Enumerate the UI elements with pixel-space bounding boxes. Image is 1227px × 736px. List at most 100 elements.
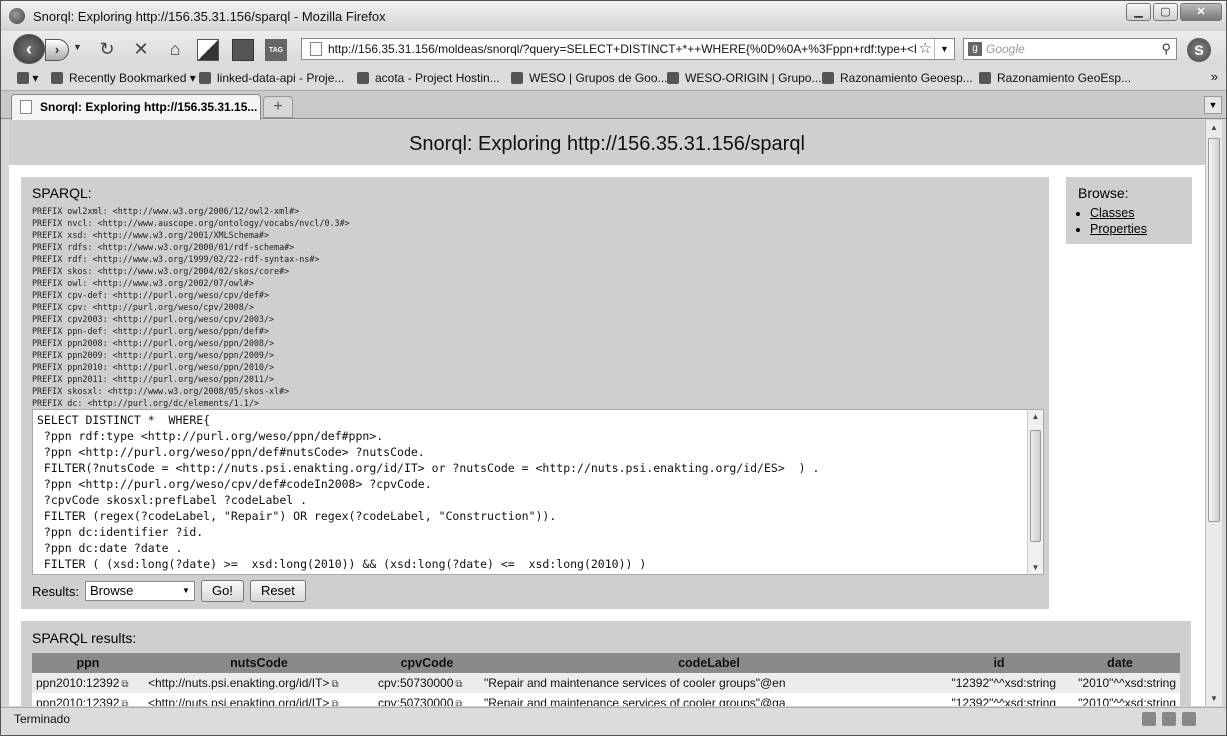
- nutscode-cell[interactable]: <http://nuts.psi.enakting.org/id/IT> ⧉: [144, 673, 374, 693]
- reset-button[interactable]: Reset: [249, 580, 306, 602]
- prefix-line: PREFIX rdfs: <http://www.w3.org/2000/01/…: [32, 242, 295, 252]
- prefix-line: PREFIX skos: <http://www.w3.org/2004/02/…: [32, 266, 290, 276]
- results-panel: SPARQL results: ppn nutsCode cpvCode cod…: [21, 621, 1191, 706]
- query-line: ?ppn <http://purl.org/weso/ppn/def#nutsC…: [37, 445, 425, 459]
- bookmark-item[interactable]: linked-data-api - Proje...: [199, 71, 344, 85]
- bookmark-page-icon[interactable]: [197, 39, 219, 61]
- scroll-up-icon[interactable]: ▲: [1206, 123, 1222, 132]
- search-icon[interactable]: ⚲: [1161, 39, 1171, 59]
- tab-snorql[interactable]: Snorql: Exploring http://156.35.31.15...: [11, 94, 261, 120]
- table-row: ppn2010:12392 ⧉ <http://nuts.psi.enakting…: [32, 693, 1180, 706]
- tag-icon[interactable]: TAG: [265, 39, 287, 61]
- prefix-line: PREFIX cpv: <http://purl.org/weso/cpv/20…: [32, 302, 254, 312]
- minimize-button[interactable]: ▁: [1126, 3, 1151, 21]
- prefix-line: PREFIX ppn2009: <http://purl.org/weso/pp…: [32, 350, 275, 360]
- external-link-icon[interactable]: ⧉: [455, 699, 462, 706]
- url-dropdown-icon[interactable]: ▼: [934, 39, 954, 59]
- back-icon[interactable]: ‹: [13, 34, 45, 64]
- column-header: date: [1060, 653, 1180, 673]
- star-icon[interactable]: ☆: [915, 39, 932, 59]
- navigation-toolbar: ‹ › ▼ ↻ ✕ ⌂ TAG http://156.35.31.156/mol…: [1, 31, 1226, 65]
- sparql-heading: SPARQL:: [32, 185, 92, 201]
- new-tab-button[interactable]: +: [263, 96, 293, 118]
- ppn-cell[interactable]: ppn2010:12392 ⧉: [32, 693, 144, 706]
- url-bar[interactable]: http://156.35.31.156/moldeas/snorql/?que…: [301, 38, 955, 60]
- addon-icon[interactable]: [1142, 712, 1156, 726]
- stop-icon[interactable]: ✕: [131, 39, 151, 59]
- ppn-cell[interactable]: ppn2010:12392 ⧉: [32, 673, 144, 693]
- column-header: id: [938, 653, 1060, 673]
- codelabel-cell: "Repair and maintenance services of cool…: [480, 673, 938, 693]
- skype-icon[interactable]: S: [1187, 38, 1211, 62]
- prefix-line: PREFIX rdf: <http://www.w3.org/1999/02/2…: [32, 254, 320, 264]
- prefix-line: PREFIX owl2xml: <http://www.w3.org/2006/…: [32, 206, 300, 216]
- page-title: Snorql: Exploring http://156.35.31.156/s…: [9, 120, 1205, 165]
- date-cell: "2010"^^xsd:string: [1060, 693, 1180, 706]
- browse-classes-link[interactable]: Classes: [1090, 205, 1147, 221]
- history-dropdown-icon[interactable]: ▼: [73, 42, 82, 52]
- id-cell: "12392"^^xsd:string: [938, 673, 1060, 693]
- go-button[interactable]: Go!: [200, 580, 244, 602]
- bookmarks-icon[interactable]: [232, 39, 254, 61]
- search-input[interactable]: g Google ⚲: [963, 38, 1177, 60]
- bookmark-item[interactable]: Recently Bookmarked ▾: [51, 71, 196, 85]
- column-header: codeLabel: [480, 653, 938, 673]
- cpvcode-cell[interactable]: cpv:50730000 ⧉: [374, 673, 480, 693]
- query-scrollbar[interactable]: ▲ ▼: [1027, 410, 1043, 574]
- external-link-icon[interactable]: ⧉: [121, 679, 128, 690]
- more-bookmarks-icon[interactable]: »: [1211, 69, 1218, 84]
- date-cell: "2010"^^xsd:string: [1060, 673, 1180, 693]
- nutscode-cell[interactable]: <http://nuts.psi.enakting.org/id/IT> ⧉: [144, 693, 374, 706]
- mail-icon[interactable]: [1182, 712, 1196, 726]
- prefix-line: PREFIX ppn2011: <http://purl.org/weso/pp…: [32, 374, 275, 384]
- status-text: Terminado: [14, 712, 71, 726]
- page-content: Snorql: Exploring http://156.35.31.156/s…: [9, 120, 1205, 706]
- prefix-line: PREFIX ppn-def: <http://purl.org/weso/pp…: [32, 326, 269, 336]
- external-link-icon[interactable]: ⧉: [331, 699, 338, 706]
- cpvcode-cell[interactable]: cpv:50730000 ⧉: [374, 693, 480, 706]
- column-header: cpvCode: [374, 653, 480, 673]
- prefix-line: PREFIX cpv-def: <http://purl.org/weso/cp…: [32, 290, 269, 300]
- addon-icon[interactable]: [1162, 712, 1176, 726]
- scroll-down-icon[interactable]: ▼: [1206, 694, 1222, 703]
- home-icon[interactable]: ⌂: [165, 39, 185, 59]
- results-label: Results:: [32, 583, 79, 599]
- scroll-thumb[interactable]: [1030, 430, 1041, 542]
- bookmark-item[interactable]: Razonamiento Geoesp...: [822, 71, 973, 85]
- close-button[interactable]: ✕: [1180, 3, 1222, 21]
- firefox-icon: [9, 8, 25, 24]
- bookmark-icon: [667, 72, 679, 84]
- bookmark-icon: [822, 72, 834, 84]
- query-textarea[interactable]: SELECT DISTINCT * WHERE{ ?ppn rdf:type <…: [32, 409, 1044, 575]
- external-link-icon[interactable]: ⧉: [331, 679, 338, 690]
- browse-panel: Browse: Classes Properties: [1066, 177, 1192, 244]
- prefix-line: PREFIX ppn2010: <http://purl.org/weso/pp…: [32, 362, 275, 372]
- results-select[interactable]: Browse ▼: [84, 581, 195, 601]
- codelabel-cell: "Repair and maintenance services of cool…: [480, 693, 938, 706]
- browser-window: Snorql: Exploring http://156.35.31.156/s…: [0, 0, 1227, 736]
- query-line: ?ppn <http://purl.org/weso/cpv/def#codeI…: [37, 477, 432, 491]
- scroll-thumb[interactable]: [1208, 138, 1220, 522]
- query-line: ?ppn dc:identifier ?id.: [37, 525, 204, 539]
- forward-icon[interactable]: ›: [45, 39, 69, 61]
- external-link-icon[interactable]: ⧉: [121, 699, 128, 706]
- chevron-down-icon: ▼: [182, 586, 190, 595]
- bookmark-item[interactable]: WESO-ORIGIN | Grupo...: [667, 71, 821, 85]
- search-engine-icon[interactable]: g: [968, 42, 982, 56]
- bookmark-item[interactable]: acota - Project Hostin...: [357, 71, 500, 85]
- reload-icon[interactable]: ↻: [97, 39, 117, 59]
- query-line: FILTER(?nutsCode = <http://nuts.psi.enak…: [37, 461, 820, 475]
- list-tabs-icon[interactable]: ▼: [1204, 96, 1222, 114]
- page-icon: [20, 100, 32, 114]
- bookmark-item[interactable]: Razonamiento GeoEsp...: [979, 71, 1131, 85]
- maximize-button[interactable]: ▢: [1153, 3, 1178, 21]
- browse-properties-link[interactable]: Properties: [1090, 221, 1147, 237]
- results-table: ppn nutsCode cpvCode codeLabel id date p…: [32, 653, 1180, 706]
- scroll-down-icon[interactable]: ▼: [1028, 563, 1043, 572]
- scroll-up-icon[interactable]: ▲: [1028, 412, 1043, 421]
- url-text: http://156.35.31.156/moldeas/snorql/?que…: [328, 42, 921, 56]
- external-link-icon[interactable]: ⧉: [455, 679, 462, 690]
- bookmark-item[interactable]: WESO | Grupos de Goo...: [511, 71, 668, 85]
- page-scrollbar[interactable]: ▲ ▼: [1205, 120, 1222, 706]
- bookmarks-menu-icon[interactable]: ▾: [17, 71, 38, 85]
